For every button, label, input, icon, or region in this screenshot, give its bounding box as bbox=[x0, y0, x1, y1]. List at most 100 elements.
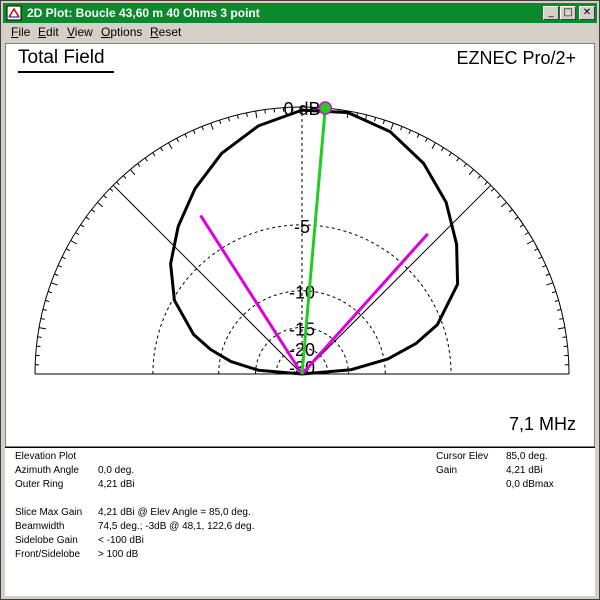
gain-dbmax-value: 0,0 dBmax bbox=[506, 479, 554, 490]
ring-label: -15 bbox=[289, 320, 315, 340]
app-icon bbox=[6, 5, 22, 21]
angle-tick bbox=[500, 201, 507, 208]
angle-tick bbox=[61, 256, 66, 260]
angle-tick bbox=[176, 138, 179, 143]
title-bar[interactable]: 2D Plot: Boucle 43,60 m 40 Ohms 3 point … bbox=[3, 3, 597, 23]
angle-tick bbox=[508, 209, 513, 213]
angle-tick bbox=[390, 122, 394, 130]
sidelobe-gain-value: < -100 dBi bbox=[98, 535, 144, 546]
info-panel: Elevation Plot Azimuth Angle 0,0 deg. Ou… bbox=[5, 447, 595, 596]
angle-tick bbox=[37, 336, 42, 338]
angle-tick bbox=[551, 291, 557, 294]
angle-tick bbox=[70, 240, 78, 245]
angle-tick bbox=[538, 256, 543, 260]
angle-tick bbox=[484, 181, 488, 186]
angle-tick bbox=[54, 273, 59, 276]
menu-edit[interactable]: Edit bbox=[38, 25, 59, 39]
menu-reset-label: eset bbox=[158, 25, 182, 39]
angle-tick bbox=[440, 147, 444, 152]
angle-tick bbox=[137, 163, 141, 168]
menu-file-label: ile bbox=[18, 25, 31, 39]
angle-tick bbox=[42, 308, 47, 311]
menu-view[interactable]: View bbox=[67, 25, 93, 39]
angle-tick bbox=[545, 273, 550, 276]
angle-tick bbox=[45, 299, 50, 302]
menu-reset[interactable]: Reset bbox=[150, 25, 181, 39]
angle-tick bbox=[264, 109, 266, 114]
angle-tick bbox=[365, 114, 368, 119]
menu-options-label: ptions bbox=[110, 25, 143, 39]
angle-tick bbox=[50, 282, 58, 286]
minimize-button[interactable]: _ bbox=[543, 6, 559, 20]
gain-value: 4,21 dBi bbox=[506, 465, 543, 476]
angle-tick bbox=[236, 114, 239, 119]
angle-tick bbox=[160, 147, 164, 152]
beamwidth-line bbox=[199, 214, 304, 375]
maximize-button[interactable]: □ bbox=[560, 6, 576, 20]
angle-tick bbox=[91, 209, 96, 213]
angle-tick bbox=[524, 232, 529, 236]
angle-tick bbox=[408, 129, 412, 134]
angle-tick bbox=[519, 224, 524, 228]
angle-tick bbox=[490, 188, 495, 192]
slice-max-gain-value: 4,21 dBi @ Elev Angle = 85,0 deg. bbox=[98, 507, 251, 518]
angle-tick bbox=[47, 291, 53, 294]
angle-tick bbox=[463, 163, 467, 168]
angle-tick bbox=[559, 317, 564, 320]
ring-label: -5 bbox=[294, 217, 310, 237]
angle-tick bbox=[103, 194, 107, 199]
angle-tick bbox=[245, 112, 248, 117]
menu-options[interactable]: Options bbox=[101, 25, 142, 39]
angle-tick bbox=[109, 188, 114, 192]
angle-tick bbox=[210, 122, 214, 130]
menu-edit-label: dit bbox=[46, 25, 59, 39]
menu-reset-mnemonic: R bbox=[150, 25, 159, 39]
outer-ring-value: 4,21 dBi bbox=[98, 479, 135, 490]
angle-tick bbox=[85, 216, 90, 220]
azimuth-angle-value: 0,0 deg. bbox=[98, 465, 135, 476]
angle-tick bbox=[546, 282, 554, 286]
beamwidth-line bbox=[300, 232, 429, 376]
cursor-elev-value: 85,0 deg. bbox=[506, 451, 548, 462]
menu-bar: File Edit View Options Reset bbox=[3, 23, 597, 42]
front-sidelobe-label: Front/Sidelobe bbox=[15, 549, 81, 560]
angle-tick bbox=[75, 232, 80, 236]
slice-max-gain-label: Slice Max Gain bbox=[15, 507, 83, 518]
angle-tick bbox=[456, 157, 460, 162]
angle-tick bbox=[425, 138, 428, 143]
menu-view-label: iew bbox=[74, 25, 93, 39]
angle-tick bbox=[152, 152, 156, 157]
plot-window: 2D Plot: Boucle 43,60 m 40 Ohms 3 point … bbox=[0, 0, 600, 600]
angle-tick bbox=[554, 299, 559, 302]
angle-tick bbox=[66, 248, 71, 251]
angle-tick bbox=[38, 327, 47, 330]
plot-area[interactable]: 0 dB-5-10-15-20-30 Total Field EZNEC Pro… bbox=[5, 43, 595, 447]
menu-edit-mnemonic: E bbox=[38, 25, 47, 39]
angle-tick bbox=[97, 201, 104, 208]
menu-file[interactable]: File bbox=[11, 25, 30, 39]
angle-tick bbox=[416, 133, 420, 138]
angle-tick bbox=[116, 181, 120, 186]
sidelobe-gain-label: Sidelobe Gain bbox=[15, 535, 78, 546]
angle-tick bbox=[192, 129, 196, 134]
angle-tick bbox=[80, 224, 85, 228]
angle-tick bbox=[542, 264, 547, 268]
gain-label: Gain bbox=[436, 465, 458, 476]
angle-tick bbox=[557, 308, 562, 311]
close-button[interactable]: ✕ bbox=[579, 6, 595, 20]
elevation-plot[interactable]: 0 dB-5-10-15-20-30 bbox=[6, 44, 596, 448]
menu-options-mnemonic: O bbox=[101, 25, 111, 39]
angle-tick bbox=[448, 152, 452, 157]
azimuth-angle-label: Azimuth Angle bbox=[15, 465, 79, 476]
angle-tick bbox=[40, 317, 45, 320]
angle-tick bbox=[227, 117, 230, 122]
angle-tick bbox=[255, 110, 258, 119]
menu-view-mnemonic: V bbox=[67, 25, 75, 39]
angle-tick bbox=[562, 336, 567, 338]
angle-tick bbox=[374, 117, 377, 122]
cursor-elev-label: Cursor Elev bbox=[436, 451, 489, 462]
angle-tick bbox=[184, 133, 188, 138]
angle-tick bbox=[201, 126, 204, 131]
angle-tick bbox=[468, 169, 475, 176]
angle-tick bbox=[431, 142, 436, 150]
